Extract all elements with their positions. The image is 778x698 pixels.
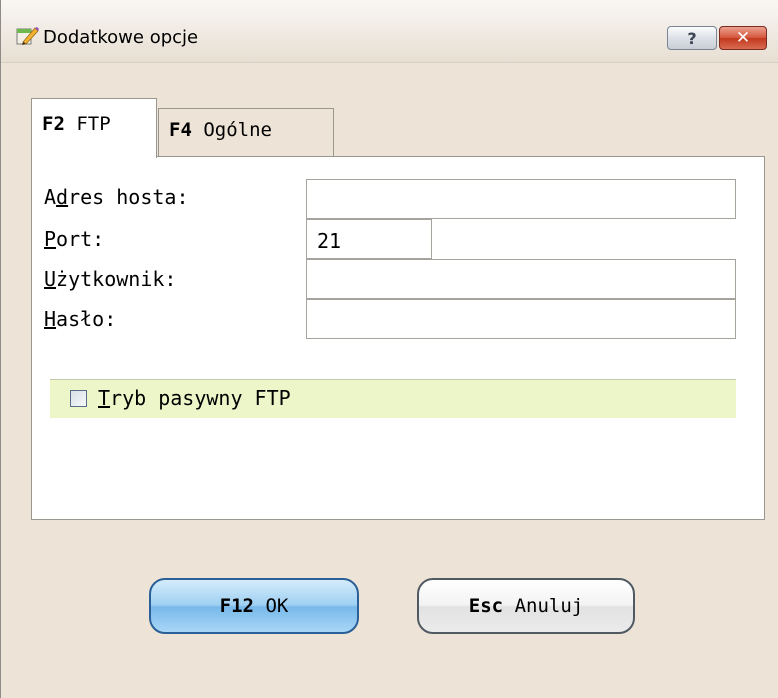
passive-mode-label[interactable]: Tryb pasywny FTP <box>98 386 291 410</box>
window-title: Dodatkowe opcje <box>43 27 199 48</box>
close-icon: ✕ <box>735 28 751 48</box>
app-pencil-icon <box>16 27 39 45</box>
passive-mode-checkbox[interactable] <box>70 390 87 407</box>
user-input[interactable] <box>306 259 736 299</box>
ok-button-key: F12 <box>219 595 254 617</box>
cancel-button[interactable]: Esc Anuluj <box>417 578 635 634</box>
user-label: Użytkownik: <box>44 267 177 291</box>
tab-general[interactable]: F4 Ogólne <box>158 108 334 156</box>
tab-general-label: Ogólne <box>203 119 272 141</box>
help-button[interactable]: ? <box>667 26 717 50</box>
tab-ftp[interactable]: F2 FTP <box>31 98 157 158</box>
ftp-panel: Adres hosta: Port: 21 Użytkownik: Hasło:… <box>31 156 765 520</box>
host-input[interactable] <box>306 179 736 219</box>
cancel-button-label: Anuluj <box>514 595 584 617</box>
passive-mode-row: Tryb pasywny FTP <box>50 379 736 418</box>
cancel-button-key: Esc <box>468 595 504 617</box>
tab-general-key: F4 <box>169 119 192 141</box>
port-input[interactable]: 21 <box>306 219 432 259</box>
ok-button[interactable]: F12 OK <box>149 578 359 634</box>
host-label: Adres hosta: <box>44 185 189 209</box>
port-label: Port: <box>44 227 105 251</box>
help-icon: ? <box>687 28 697 48</box>
password-label: Hasło: <box>44 307 117 331</box>
tab-ftp-label: FTP <box>76 113 111 135</box>
title-bar: Dodatkowe opcje ? ✕ <box>1 0 778 63</box>
close-button[interactable]: ✕ <box>719 26 767 50</box>
ok-button-label: OK <box>265 595 289 617</box>
dialog-window: Dodatkowe opcje ? ✕ F2 FTP F4 Ogólne Adr… <box>0 0 778 698</box>
password-input[interactable] <box>306 299 736 339</box>
tab-ftp-key: F2 <box>42 113 65 135</box>
